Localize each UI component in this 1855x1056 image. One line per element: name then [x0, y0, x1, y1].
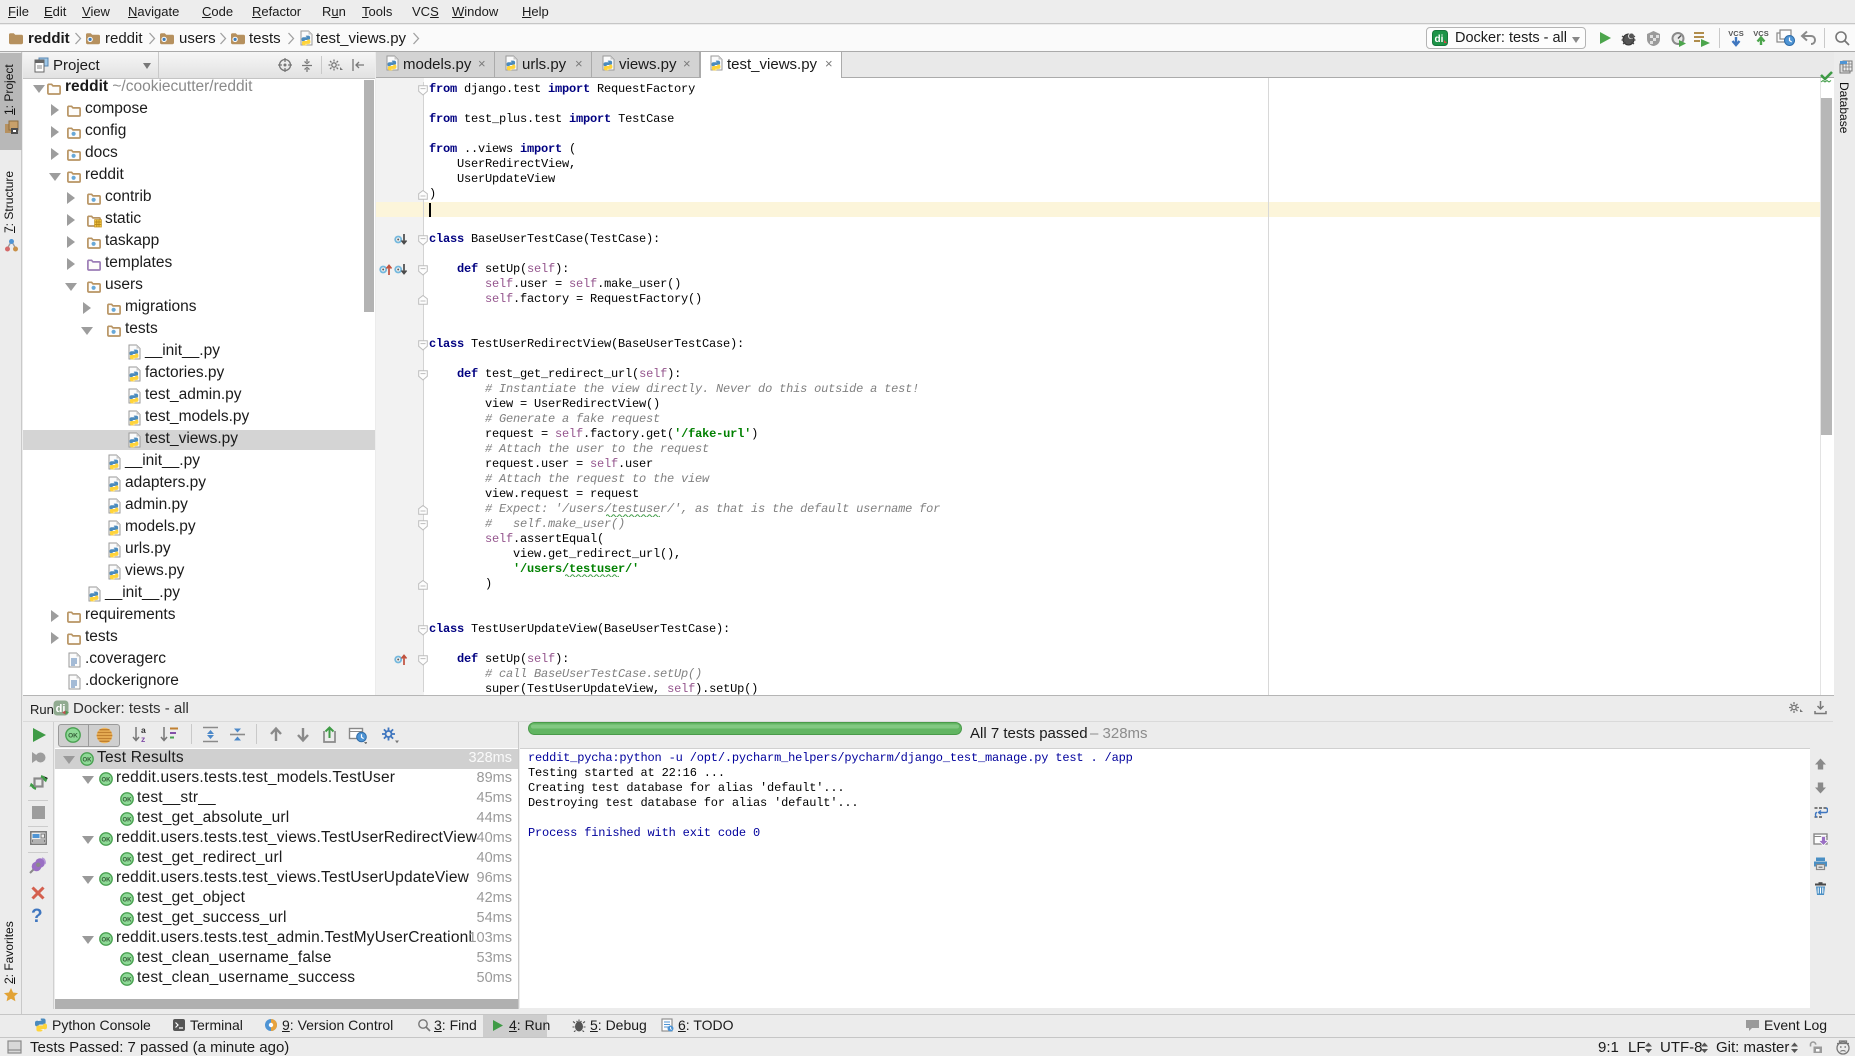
svg-text:OK: OK	[123, 817, 133, 823]
svg-text:OK: OK	[123, 857, 133, 863]
svg-text:OK: OK	[102, 877, 112, 883]
svg-text:OK: OK	[123, 897, 133, 903]
svg-text:OK: OK	[102, 937, 112, 943]
svg-text:OK: OK	[102, 837, 112, 843]
svg-text:OK: OK	[68, 733, 78, 740]
svg-text:OK: OK	[102, 777, 112, 783]
svg-text:OK: OK	[123, 977, 133, 983]
svg-text:OK: OK	[123, 957, 133, 963]
svg-text:z: z	[141, 734, 145, 744]
svg-text:OK: OK	[123, 917, 133, 923]
svg-text:OK: OK	[123, 797, 133, 803]
svg-text:OK: OK	[83, 757, 93, 763]
svg-text:di: di	[1435, 34, 1444, 45]
svg-text:VCS: VCS	[1728, 29, 1743, 38]
